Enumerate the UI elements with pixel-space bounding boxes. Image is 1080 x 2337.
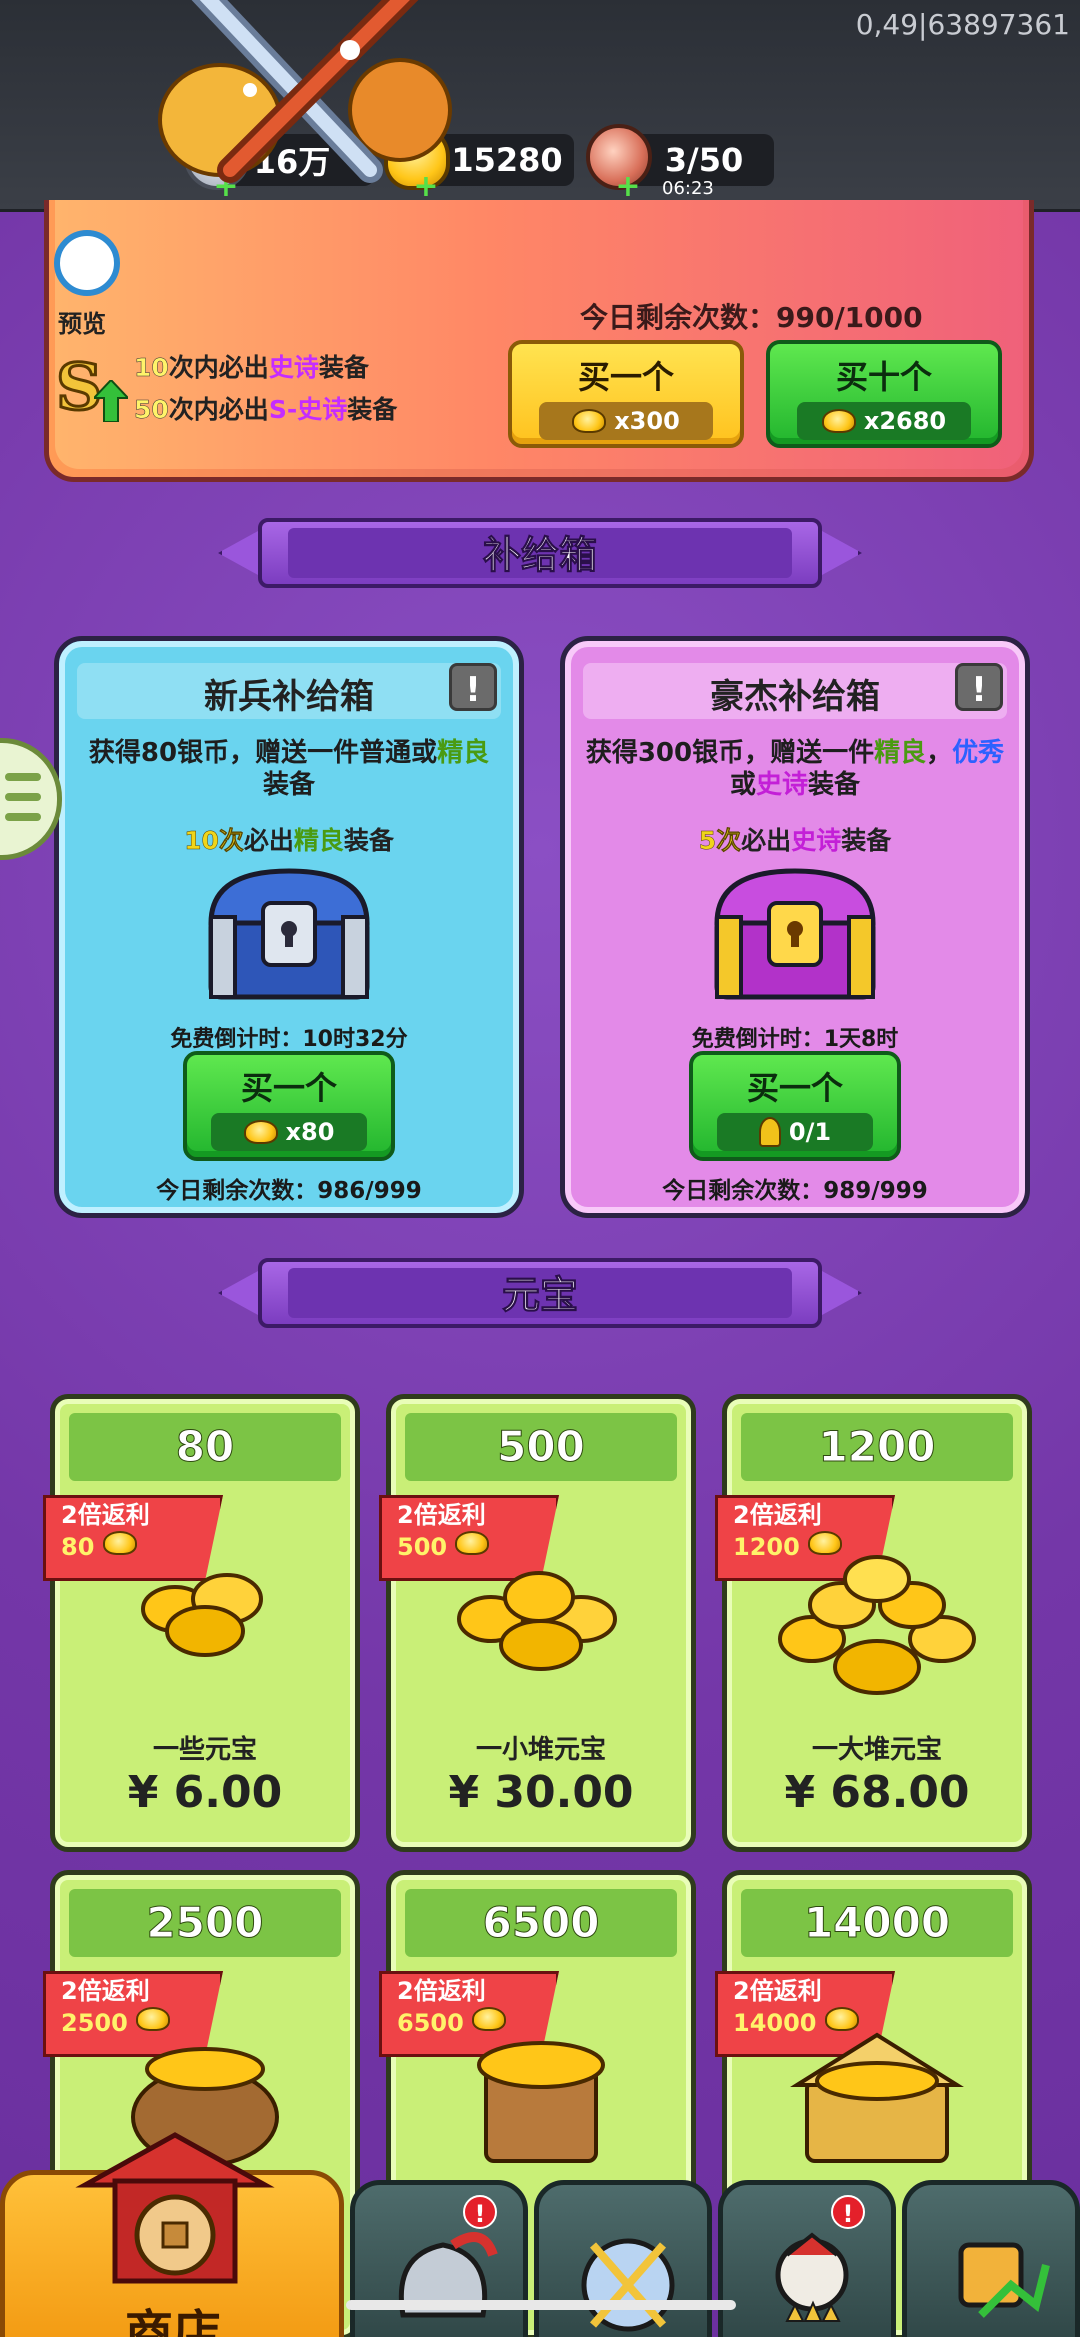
hero-price: 0/1 [717,1113,873,1151]
gold-chest-icon [790,2032,964,2163]
notification-badge: ! [463,2195,497,2229]
gold-ingot-icon [821,409,856,433]
free-countdown: 免费倒计时：1天8时 [691,1027,899,1052]
purple-chest-icon [714,868,876,1000]
forge-tab[interactable] [534,2180,712,2337]
notification-badge: ! [831,2195,865,2229]
debug-info: 0,49|63897361 [855,8,1070,41]
sword-shield-icon [581,2238,675,2332]
heroes-tab[interactable]: ! [718,2180,896,2337]
recruit-buy-one-button[interactable]: 买一个 x80 [183,1051,395,1161]
recruit-supply-box-card: 新兵补给箱 ! 获得80银币，赠送一件普通或精良 装备 10次必出精良装备 免费倒… [54,636,524,1218]
gold-ingots-pile-icon [457,1571,617,1671]
buy-one-button[interactable]: 买一个 x300 [508,340,744,448]
guarantee-line-epic: 10次内必出史诗装备 [134,353,369,383]
shop-building-icon [75,2132,275,2284]
gold-ingot-icon [243,1120,278,1144]
shop-label: 商店 [125,2305,222,2337]
hero-supply-box-card: 豪杰补给箱 ! 获得300银币，赠送一件精良，优秀或史诗装备 5次必出史诗装备 … [560,636,1030,1218]
info-button[interactable]: ! [449,663,497,711]
info-button[interactable]: ! [955,663,1003,711]
gold-ingot-icon [572,409,607,433]
preview-label: 预览 [58,310,106,338]
section-header-ingot: 元宝 [218,1250,862,1336]
gold-value: 15280 [451,141,563,179]
stamina-timer: 06:23 [662,178,714,199]
home-indicator[interactable] [346,2300,736,2310]
card-description: 获得300银币，赠送一件精良，优秀或史诗装备 [585,738,1005,800]
card-guarantee: 5次必出史诗装备 [698,826,892,856]
buy-ten-button[interactable]: 买十个 x2680 [766,340,1002,448]
buy-one-price: x300 [539,402,713,440]
section-title-supply: 补给箱 [482,533,597,578]
guarantee-line-s-epic: 50次内必出S-史诗装备 [134,395,398,425]
section-header-supply: 补给箱 [218,510,862,596]
equipment-tab[interactable]: ! [350,2180,528,2337]
card-description: 获得80银币，赠送一件普通或精良 装备 [88,738,490,800]
preview-magnifier-icon[interactable] [54,230,120,296]
blue-chest-icon [208,868,370,1000]
gold-ingots-big-pile-icon [778,1555,976,1695]
recruit-price: x80 [211,1113,367,1151]
buy-ten-price: x2680 [797,402,971,440]
upgrade-tab[interactable] [902,2180,1080,2337]
bottom-navigation: 商店 ! ! [0,2132,1080,2337]
gold-pack-card[interactable]: 80 2倍返利 80 一些元宝 ¥ 6.00 [43,1394,360,1852]
shop-tab[interactable]: 商店 [0,2132,344,2337]
gold-pack-card[interactable]: 500 2倍返利 500 一小堆元宝 ¥ 30.00 [379,1394,696,1852]
helmet-icon [398,2232,498,2318]
gold-pack-card[interactable]: 1200 2倍返利 1200 一大堆元宝 ¥ 68.00 [715,1394,1032,1852]
banner-remaining-count: 今日剩余次数：990/1000 [580,301,923,334]
card-guarantee: 10次必出精良装备 [184,826,394,856]
gold-ingot-icon [102,1531,137,1555]
up-arrow-icon [94,380,128,422]
crossed-swords-art [158,0,452,183]
stamina-value: 3/50 [664,141,744,179]
card-remaining-count: 今日剩余次数：986/999 [156,1178,422,1204]
hero-buy-one-button[interactable]: 买一个 0/1 [689,1051,901,1161]
card-remaining-count: 今日剩余次数：989/999 [662,1178,928,1204]
free-countdown: 免费倒计时：10时32分 [170,1027,408,1052]
key-icon [758,1117,781,1147]
upgrade-arrow-icon [958,2242,1050,2318]
section-title-ingot: 元宝 [501,1273,578,1318]
hero-icon [775,2232,849,2322]
add-stamina-button[interactable]: + [615,172,641,202]
gold-ingots-small-icon [141,1573,263,1657]
gold-bucket-icon [477,2041,605,2163]
